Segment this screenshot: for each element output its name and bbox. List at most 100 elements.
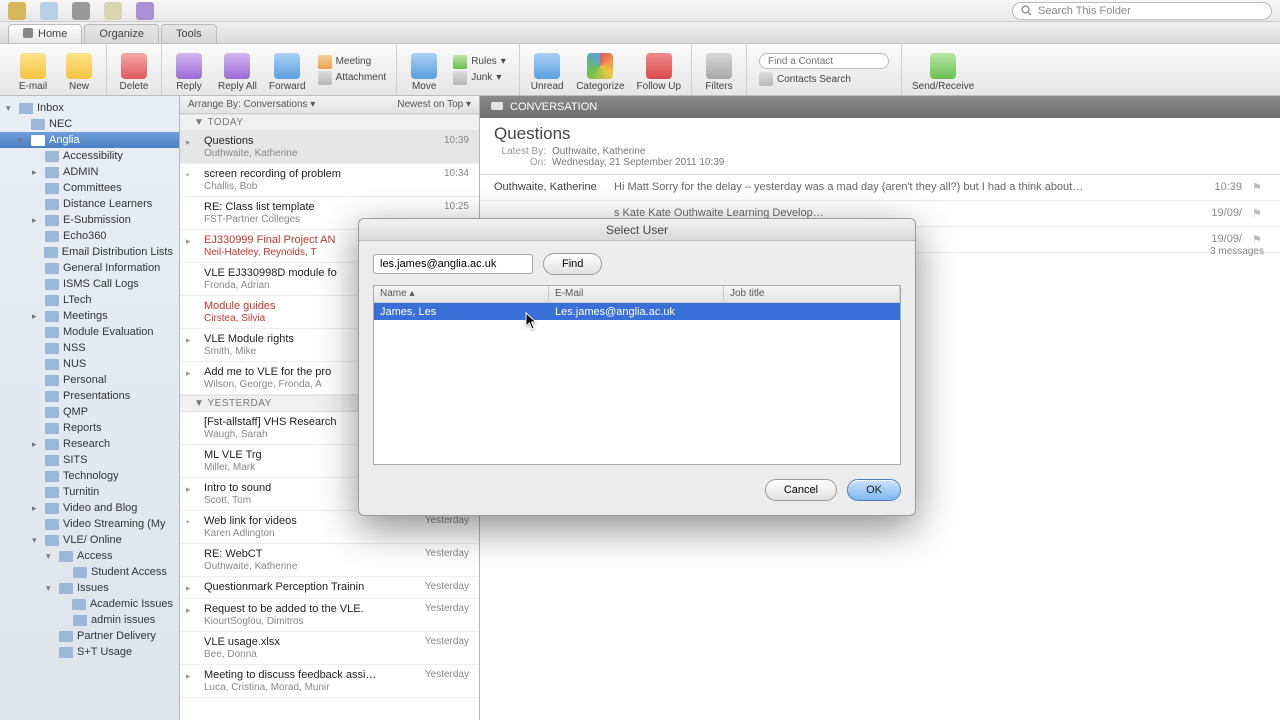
user-results-list[interactable]: Name ▴ E-Mail Job title James, Les Les.j… [373, 285, 901, 465]
junk-button[interactable]: Junk ▾ [453, 70, 509, 85]
sidebar-item[interactable]: ▾Anglia [0, 132, 179, 148]
sort-order[interactable]: Newest on Top ▾ [397, 99, 471, 110]
folder-search-field[interactable]: Search This Folder [1012, 2, 1272, 20]
reply-button[interactable]: Reply [168, 46, 210, 94]
tab-tools[interactable]: Tools [161, 24, 217, 43]
folder-icon [45, 263, 59, 274]
message-item[interactable]: ▸ Meeting to discuss feedback assi…Yeste… [180, 665, 479, 698]
message-item[interactable]: ▸ Questions10:39 Outhwaite, Katherine [180, 131, 479, 164]
sidebar-item[interactable]: Turnitin [0, 484, 179, 500]
sidebar-item[interactable]: Presentations [0, 388, 179, 404]
sidebar-item[interactable]: admin issues [0, 612, 179, 628]
col-jobtitle[interactable]: Job title [724, 286, 900, 302]
sidebar-item[interactable]: ▸Meetings [0, 308, 179, 324]
sidebar-item[interactable]: Distance Learners [0, 196, 179, 212]
meeting-button[interactable]: Meeting [318, 54, 387, 69]
flag-icon [646, 53, 672, 79]
sidebar-item[interactable]: Committees [0, 180, 179, 196]
sidebar-item[interactable]: Personal [0, 372, 179, 388]
message-item[interactable]: RE: WebCTYesterday Outhwaite, Katherine [180, 544, 479, 577]
folder-icon [45, 423, 59, 434]
arrange-by[interactable]: Arrange By: Conversations ▾ [188, 99, 315, 110]
new-button[interactable]: New [58, 46, 100, 94]
sidebar-item[interactable]: ▾Inbox [0, 100, 179, 116]
sidebar-item[interactable]: Module Evaluation [0, 324, 179, 340]
home-icon[interactable] [8, 2, 26, 20]
sidebar-item[interactable]: Reports [0, 420, 179, 436]
sidebar-item[interactable]: ▸Research [0, 436, 179, 452]
sidebar-item[interactable]: ▸ADMIN [0, 164, 179, 180]
folder-icon [45, 487, 59, 498]
message-item[interactable]: • screen recording of problem10:34 Chall… [180, 164, 479, 197]
reply-all-icon [224, 53, 250, 79]
rules-icon [453, 55, 467, 69]
folder-icon [45, 343, 59, 354]
attachment-button[interactable]: Attachment [318, 70, 387, 85]
forward-button[interactable]: Forward [265, 46, 310, 94]
results-header[interactable]: Name ▴ E-Mail Job title [374, 286, 900, 303]
message-item[interactable]: ▸ Request to be added to the VLE.Yesterd… [180, 599, 479, 632]
move-button[interactable]: Move [403, 46, 445, 94]
result-row[interactable]: James, Les Les.james@anglia.ac.uk [374, 303, 900, 320]
folder-icon [45, 519, 59, 530]
folder-icon [72, 599, 86, 610]
help-icon[interactable] [136, 2, 154, 20]
categorize-button[interactable]: Categorize [572, 46, 628, 94]
send-receive-button[interactable]: Send/Receive [908, 46, 978, 94]
delete-button[interactable]: Delete [113, 46, 155, 94]
sidebar-item[interactable]: ▾Issues [0, 580, 179, 596]
sidebar-item[interactable]: NUS [0, 356, 179, 372]
note-icon[interactable] [104, 2, 122, 20]
reply-all-button[interactable]: Reply All [214, 46, 261, 94]
ok-button[interactable]: OK [847, 479, 901, 501]
col-name[interactable]: Name ▴ [374, 286, 549, 302]
filters-button[interactable]: Filters [698, 46, 740, 94]
sidebar-item[interactable]: LTech [0, 292, 179, 308]
folder-icon [44, 247, 58, 258]
unread-button[interactable]: Unread [526, 46, 568, 94]
filter-icon [706, 53, 732, 79]
sidebar-item[interactable]: SITS [0, 452, 179, 468]
message-item[interactable]: VLE usage.xlsxYesterday Bee, Donna [180, 632, 479, 665]
sidebar-item[interactable]: Academic Issues [0, 596, 179, 612]
user-search-input[interactable] [373, 254, 533, 274]
sidebar-item[interactable]: Email Distribution Lists [0, 244, 179, 260]
email-button[interactable]: E-mail [12, 46, 54, 94]
sidebar-item[interactable]: Technology [0, 468, 179, 484]
forward-icon [274, 53, 300, 79]
sidebar-item[interactable]: ▾VLE/ Online [0, 532, 179, 548]
sidebar-item[interactable]: General Information [0, 260, 179, 276]
folder-tree[interactable]: ▾InboxNEC▾AngliaAccessibility▸ADMINCommi… [0, 96, 180, 720]
find-contact-input[interactable] [759, 53, 889, 69]
sidebar-item[interactable]: Accessibility [0, 148, 179, 164]
sidebar-item[interactable]: Partner Delivery [0, 628, 179, 644]
sidebar-item[interactable]: Student Access [0, 564, 179, 580]
printer-icon[interactable] [72, 2, 90, 20]
followup-button[interactable]: Follow Up [633, 46, 685, 94]
cancel-button[interactable]: Cancel [765, 479, 837, 501]
conversation-title: Questions [480, 118, 1280, 146]
folder-icon [45, 359, 59, 370]
find-button[interactable]: Find [543, 253, 602, 275]
sidebar-item[interactable]: ▸E-Submission [0, 212, 179, 228]
sidebar-item[interactable]: ▾Access [0, 548, 179, 564]
sidebar-item[interactable]: Echo360 [0, 228, 179, 244]
sidebar-item[interactable]: S+T Usage [0, 644, 179, 660]
folder-icon [45, 503, 59, 514]
sidebar-item[interactable]: NSS [0, 340, 179, 356]
sidebar-item[interactable]: QMP [0, 404, 179, 420]
sidebar-item[interactable]: NEC [0, 116, 179, 132]
rules-button[interactable]: Rules ▾ [453, 54, 509, 69]
sidebar-item[interactable]: Video Streaming (My [0, 516, 179, 532]
tab-home[interactable]: Home [8, 24, 82, 43]
col-email[interactable]: E-Mail [549, 286, 724, 302]
sidebar-item[interactable]: ISMS Call Logs [0, 276, 179, 292]
conversation-row[interactable]: Outhwaite, KatherineHi Matt Sorry for th… [480, 175, 1280, 201]
sidebar-item[interactable]: ▸Video and Blog [0, 500, 179, 516]
arrange-bar[interactable]: Arrange By: Conversations ▾ Newest on To… [180, 96, 479, 114]
tab-organize[interactable]: Organize [84, 24, 159, 43]
message-item[interactable]: ▸ Questionmark Perception TraininYesterd… [180, 577, 479, 599]
contacts-search-button[interactable]: Contacts Search [759, 72, 889, 86]
folder-icon[interactable] [40, 2, 58, 20]
junk-icon [453, 71, 467, 85]
